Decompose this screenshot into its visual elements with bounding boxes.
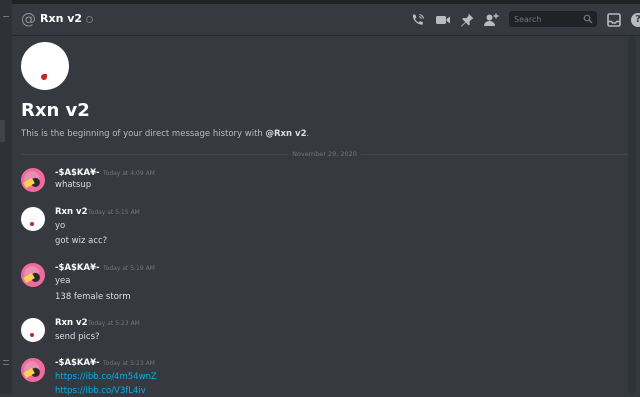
avatar[interactable] <box>21 207 45 231</box>
intro-text-prefix: This is the beginning of your direct mes… <box>21 129 266 139</box>
status-icon <box>86 16 93 23</box>
message-link[interactable]: https://ibb.co/V3fL4iv <box>55 386 146 397</box>
date-divider-label: November 29, 2020 <box>288 149 361 159</box>
message-timestamp: Today at 5:23 AM <box>88 320 140 327</box>
message-timestamp: Today at 4:09 AM <box>103 170 155 177</box>
call-icon[interactable] <box>410 12 426 28</box>
search-input[interactable] <box>509 11 579 27</box>
avatar[interactable] <box>21 318 45 342</box>
message-text: whatsup <box>55 180 92 190</box>
avatar[interactable] <box>21 263 45 287</box>
at-icon: @ <box>21 10 36 28</box>
intro-mention[interactable]: @Rxn v2 <box>266 129 307 139</box>
help-icon[interactable]: ? <box>631 13 640 27</box>
message-text: yo <box>55 221 66 231</box>
intro-text-suffix: . <box>306 129 310 139</box>
message-timestamp: Today at 5:15 AM <box>88 209 140 216</box>
scrollbar-track[interactable] <box>628 36 636 394</box>
dm-title: Rxn v2 <box>40 12 83 25</box>
avatar[interactable] <box>21 168 45 192</box>
message-text: 138 female storm <box>55 292 131 302</box>
sidebar-tick <box>3 16 9 17</box>
avatar[interactable] <box>21 358 45 382</box>
search-box[interactable] <box>509 11 597 27</box>
selected-dm-indicator[interactable] <box>0 120 5 142</box>
message-text: send pics? <box>55 332 100 342</box>
message-timestamp: Today at 5:19 AM <box>103 265 155 272</box>
video-icon[interactable] <box>435 12 451 28</box>
message-author[interactable]: Rxn v2 <box>55 318 88 329</box>
search-icon <box>583 14 593 24</box>
message-author[interactable]: -$A$KA¥- <box>55 168 100 179</box>
intro-avatar <box>21 42 69 90</box>
intro-title: Rxn v2 <box>21 100 90 121</box>
pin-icon[interactable] <box>459 12 475 28</box>
message-author[interactable]: Rxn v2 <box>55 207 88 218</box>
message-link[interactable]: https://ibb.co/4m54wnZ <box>55 372 157 383</box>
channel-header: @ Rxn v2 ? <box>12 4 640 36</box>
message-text: got wiz acc? <box>55 236 108 246</box>
message-author[interactable]: -$A$KA¥- <box>55 358 100 369</box>
add-friend-icon[interactable] <box>483 12 499 28</box>
message-author[interactable]: -$A$KA¥- <box>55 263 100 274</box>
inbox-icon[interactable] <box>606 12 622 28</box>
sidebar-tick <box>3 364 9 365</box>
intro-text: This is the beginning of your direct mes… <box>21 128 309 140</box>
date-divider: November 29, 2020 <box>21 149 628 159</box>
message-timestamp: Today at 5:23 AM <box>103 360 155 367</box>
sidebar-tick <box>3 360 9 361</box>
message-text: yea <box>55 276 71 286</box>
server-sidebar-edge <box>0 0 12 394</box>
